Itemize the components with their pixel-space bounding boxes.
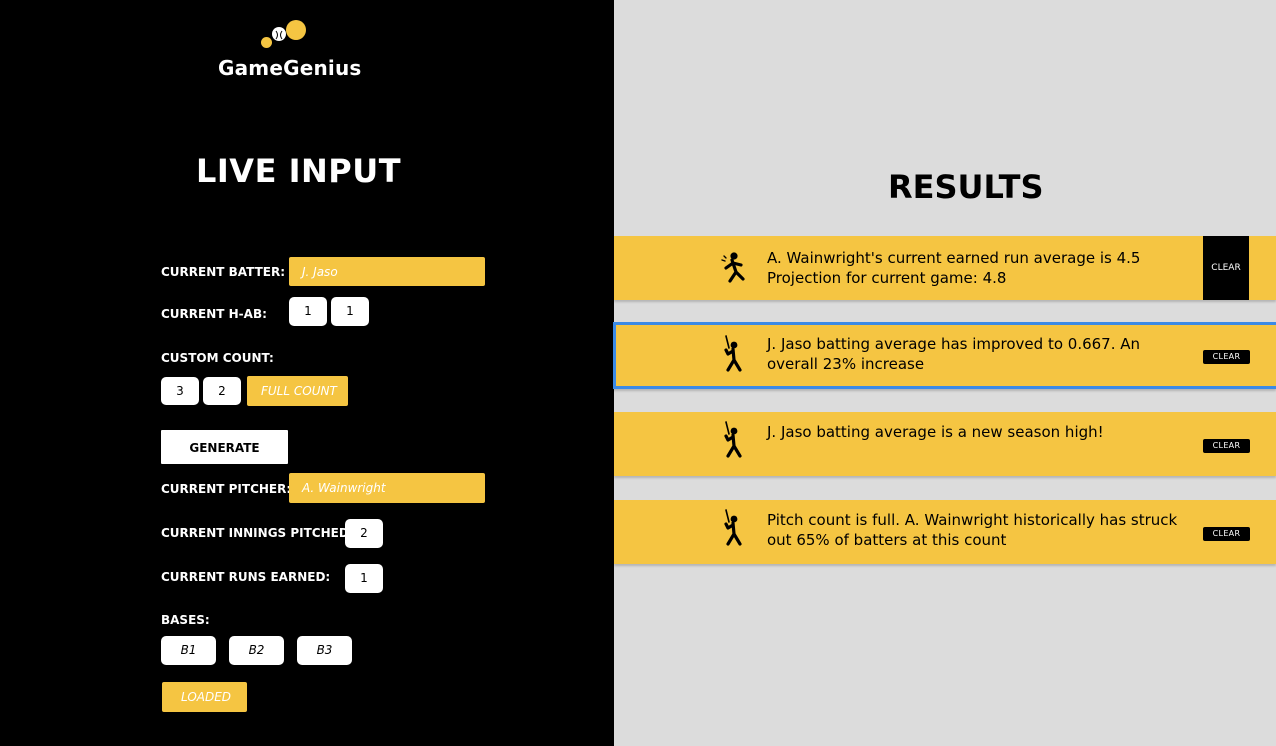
- batter-icon: [716, 508, 750, 548]
- app-name: GameGenius: [218, 56, 362, 80]
- baseball-icon: [272, 27, 286, 41]
- bases-loaded-button[interactable]: LOADED: [162, 682, 247, 712]
- balls-input[interactable]: 3: [161, 377, 199, 405]
- batter-icon: [716, 334, 750, 374]
- runs-earned-label: CURRENT RUNS EARNED:: [161, 570, 331, 584]
- runs-earned-input[interactable]: 1: [345, 564, 383, 593]
- logo-dot-small: [261, 37, 272, 48]
- result-text: J. Jaso batting average is a new season …: [767, 422, 1187, 442]
- current-batter-label: CURRENT BATTER:: [161, 265, 286, 279]
- results-panel: RESULTS A. Wainwright's current earned r…: [613, 0, 1276, 746]
- current-pitcher-input[interactable]: A. Wainwright: [289, 473, 485, 503]
- result-text-line1: J. Jaso batting average has improved to …: [767, 335, 1141, 353]
- result-card[interactable]: A. Wainwright's current earned run avera…: [614, 236, 1276, 300]
- base-1-button[interactable]: B1: [161, 636, 216, 665]
- clear-button[interactable]: CLEAR: [1203, 350, 1250, 364]
- result-card-selected[interactable]: J. Jaso batting average has improved to …: [613, 322, 1276, 389]
- current-batter-input[interactable]: J. Jaso: [289, 257, 485, 286]
- innings-pitched-label: CURRENT INNINGS PITCHED:: [161, 526, 354, 540]
- batter-icon: [716, 420, 750, 460]
- innings-pitched-input[interactable]: 2: [345, 519, 383, 548]
- clear-button[interactable]: CLEAR: [1203, 439, 1250, 453]
- result-text-line2: overall 23% increase: [767, 355, 925, 373]
- result-text: Pitch count is full. A. Wainwright histo…: [767, 510, 1187, 550]
- current-hab-label: CURRENT H-AB:: [161, 307, 267, 321]
- generate-button[interactable]: GENERATE: [161, 430, 288, 464]
- result-card[interactable]: Pitch count is full. A. Wainwright histo…: [614, 500, 1276, 564]
- result-text-line2: Projection for current game: 4.8: [767, 269, 1007, 287]
- result-text: A. Wainwright's current earned run avera…: [767, 248, 1187, 288]
- base-2-button[interactable]: B2: [229, 636, 284, 665]
- hits-input[interactable]: 1: [289, 297, 327, 326]
- live-input-panel: GameGenius LIVE INPUT CURRENT BATTER: J.…: [0, 0, 614, 746]
- logo-dot-large: [286, 20, 306, 40]
- full-count-button[interactable]: FULL COUNT: [247, 376, 348, 406]
- strikes-input[interactable]: 2: [203, 377, 241, 405]
- at-bats-input[interactable]: 1: [331, 297, 369, 326]
- clear-button[interactable]: CLEAR: [1203, 236, 1249, 300]
- results-title: RESULTS: [888, 168, 1044, 206]
- result-text-line1: A. Wainwright's current earned run avera…: [767, 249, 1141, 267]
- bases-label: BASES:: [161, 613, 210, 627]
- result-card[interactable]: J. Jaso batting average is a new season …: [614, 412, 1276, 476]
- result-text-line1: J. Jaso batting average is a new season …: [767, 423, 1104, 441]
- custom-count-label: CUSTOM COUNT:: [161, 351, 274, 365]
- current-pitcher-label: CURRENT PITCHER:: [161, 482, 292, 496]
- app-logo: GameGenius: [218, 18, 361, 82]
- result-text: J. Jaso batting average has improved to …: [767, 334, 1187, 374]
- clear-button[interactable]: CLEAR: [1203, 527, 1250, 541]
- base-3-button[interactable]: B3: [297, 636, 352, 665]
- live-input-title: LIVE INPUT: [196, 152, 402, 190]
- result-text-line2: out 65% of batters at this count: [767, 531, 1007, 549]
- result-text-line1: Pitch count is full. A. Wainwright histo…: [767, 511, 1178, 529]
- pitcher-icon: [716, 248, 750, 288]
